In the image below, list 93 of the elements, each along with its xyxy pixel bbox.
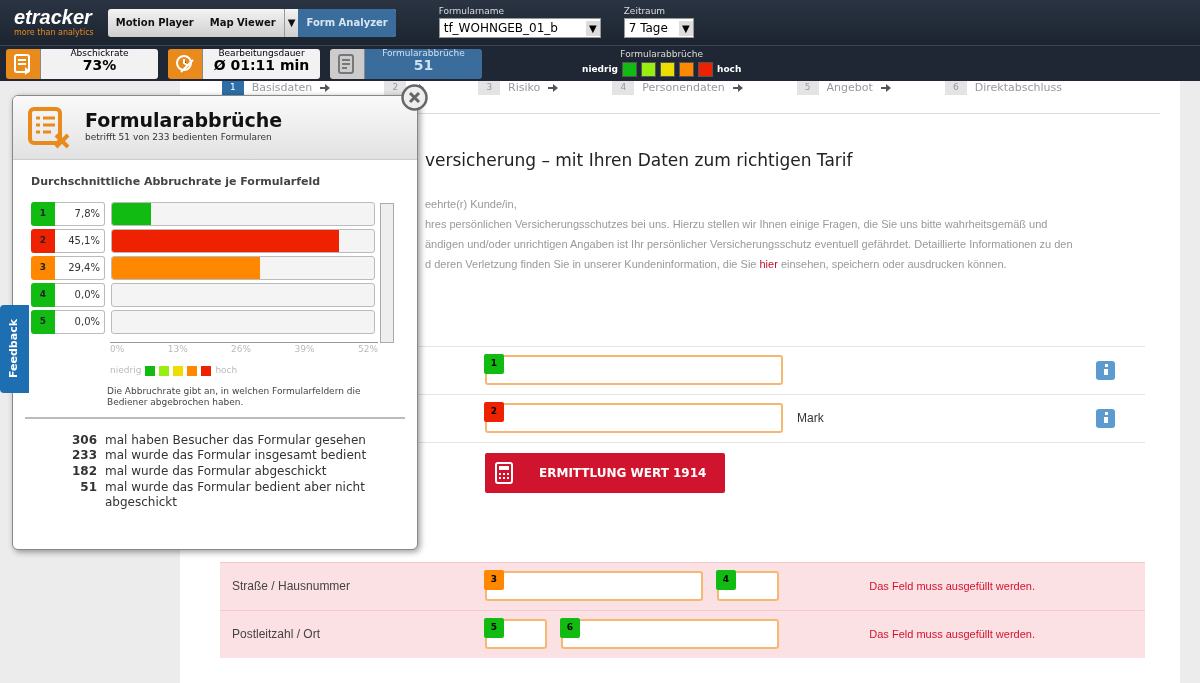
metric-label: Formularabbrüche (381, 48, 466, 58)
field-label: Postleitzahl / Ort (232, 627, 321, 641)
legend-low-label: niedrig (110, 364, 142, 377)
input-field[interactable]: 6 (561, 619, 779, 649)
metric-label: Bearbeitungsdauer (217, 48, 306, 58)
field-number-badge: 5 (484, 618, 504, 638)
calculate-button[interactable]: ERMITTLUNG WERT 1914 (485, 453, 725, 493)
stat-text: mal wurde das Formular insgesamt bedient (105, 448, 368, 465)
field-value: tf_WOHNGEB_01_b (443, 20, 558, 38)
step-label[interactable]: Personendaten (642, 81, 725, 95)
arrow-icon (548, 84, 559, 92)
axis-tick-label: 26% (231, 342, 252, 356)
intro-text-line: eehrte(r) Kunde/in, (425, 196, 518, 212)
stat-text: mal haben Besucher das Formular gesehen (105, 432, 367, 449)
logo-tagline: more than analytics (14, 26, 94, 39)
step-label[interactable]: Basisdaten (251, 81, 313, 95)
stat-count: 233 (70, 448, 97, 465)
logo: etracker (14, 6, 94, 27)
link[interactable]: hier (759, 257, 778, 270)
form-abort-icon (27, 105, 71, 150)
nav-tab[interactable]: Motion Player (107, 8, 202, 37)
page-heading: versicherung – mit Ihren Daten zum richtigen Tarif (425, 149, 854, 172)
metric-value: Ø 01:11 min (212, 57, 311, 73)
intro-text-line: einsehen, speichern oder ausdrucken können. (779, 257, 1007, 270)
info-icon[interactable] (1096, 408, 1115, 428)
caret-icon[interactable]: ▼ (679, 20, 693, 36)
field-number-badge: 1 (31, 202, 55, 226)
legend-title: Formularabbrüche (619, 50, 704, 60)
calculator-icon (495, 462, 513, 484)
rate-label: 7,8% (55, 202, 105, 226)
stat-count: 51 (79, 479, 97, 496)
caret-icon[interactable]: ▼ (586, 20, 600, 36)
field-label: Straße / Hausnummer (232, 579, 351, 593)
feedback-tab[interactable]: Feedback (0, 305, 29, 393)
intro-text-line: ändigen und/oder unrichtigen Angaben ist Ihr persönlicher Versicherungsschutz eventuell gefährdet. Detaillierte Informationen zu den (425, 236, 1074, 252)
legend-low-label: niedrig (582, 62, 618, 76)
input-field[interactable]: 1 (485, 355, 783, 385)
metric-label: Abschickrate (69, 48, 130, 58)
axis-tick-label: 52% (357, 342, 378, 356)
intro-text-line: d deren Verletzung finden Sie in unserer Kundeninformation, die Sie (425, 257, 758, 270)
stat-text: mal wurde das Formular bedient aber nicht abgeschickt (105, 479, 366, 511)
step-label[interactable]: Angebot (826, 81, 873, 95)
input-field[interactable]: 2 (485, 403, 783, 433)
popup-subtitle: betrifft 51 von 233 bedienten Formularen (85, 131, 273, 145)
error-message: Das Feld muss ausgefüllt werden. (869, 628, 1035, 640)
rate-label: 0,0% (55, 310, 105, 334)
field-number-badge: 2 (484, 402, 504, 422)
rate-label: 0,0% (55, 283, 105, 307)
metric-value: 51 (412, 57, 435, 73)
nav-tab[interactable]: Form Analyzer (298, 8, 396, 37)
stat-count: 182 (70, 464, 97, 480)
nav-tab[interactable]: Map Viewer (201, 8, 284, 37)
note-text: Die Abbruchrate gibt an, in welchen Formularfeldern die Bediener abgebrochen haben. (107, 385, 362, 409)
field-number-badge: 4 (716, 570, 736, 590)
field-label: Zeitraum (623, 6, 667, 17)
stat-text: mal wurde das Formular abgeschickt (105, 464, 328, 480)
arrow-icon (732, 84, 743, 92)
scrollbar[interactable] (380, 203, 394, 343)
rate-label: 29,4% (55, 256, 105, 280)
input-field[interactable]: 5 (485, 619, 547, 649)
input-field[interactable]: 3 (485, 571, 703, 601)
field-number-badge: 3 (31, 256, 55, 280)
axis-tick-label: 13% (167, 342, 188, 356)
metric-value: 73% (81, 57, 118, 73)
field-number-badge: 5 (31, 310, 55, 334)
field-number-badge: 4 (31, 283, 55, 307)
dropdown-field[interactable]: 7 Tage ▼ (623, 18, 694, 39)
field-number-badge: 2 (31, 229, 55, 253)
legend-high-label: hoch (717, 62, 742, 76)
axis-tick-label: 0% (110, 342, 125, 356)
legend-high-label: hoch (215, 364, 238, 377)
input-field[interactable]: 4 (717, 571, 779, 601)
section-title: Durchschnittliche Abbruchrate je Formularfeld (31, 174, 322, 190)
stat-count: 306 (70, 432, 97, 449)
info-icon[interactable] (1096, 360, 1115, 380)
axis-tick-label: 39% (294, 342, 315, 356)
step-label[interactable]: Risiko (508, 81, 541, 95)
error-message: Das Feld muss ausgefüllt werden. (869, 580, 1035, 592)
unit-label: Mark (797, 411, 824, 425)
step-label[interactable]: Direktabschluss (974, 81, 1062, 95)
field-label: Formularname (438, 6, 506, 17)
field-number-badge: 1 (484, 354, 504, 374)
intro-text-line: hres persönlichen Versicherungsschutzes bei uns. Hierzu stellen wir Ihnen einige Fragen, die Sie uns bitte wahrheitsgemäß und (425, 216, 1049, 232)
popup-title: Formularabbrüche (85, 110, 283, 132)
rate-label: 45,1% (55, 229, 105, 253)
dropdown-field[interactable]: tf_WOHNGEB_01_b ▼ (438, 18, 601, 39)
arrow-icon (320, 84, 331, 92)
field-number-badge: 3 (484, 570, 504, 590)
close-icon[interactable] (401, 84, 428, 111)
field-number-badge: 6 (560, 618, 580, 638)
arrow-icon (880, 84, 891, 92)
step-number[interactable]: 1 (222, 81, 244, 95)
field-value: 7 Tage (628, 20, 668, 38)
